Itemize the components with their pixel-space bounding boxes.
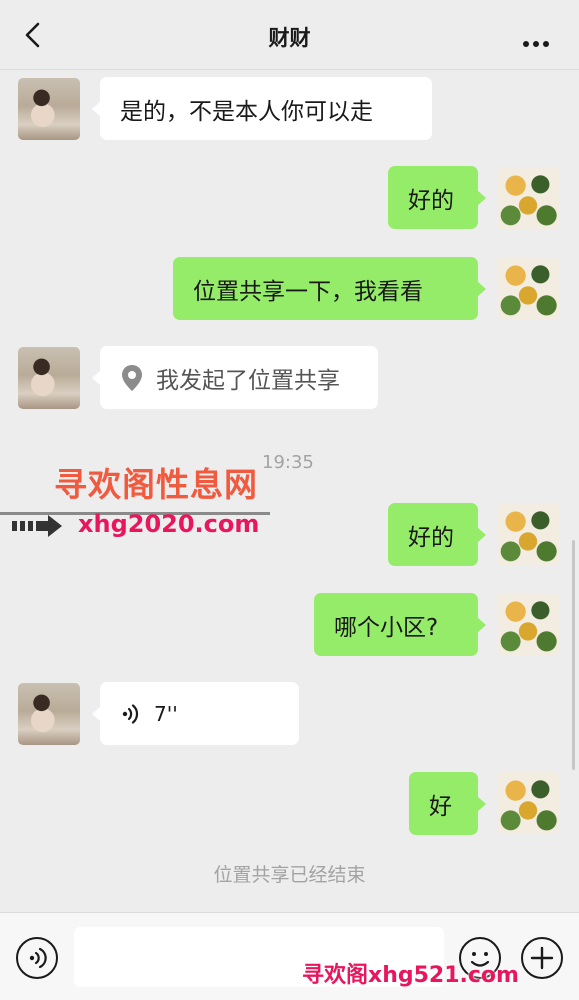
message-bubble[interactable]: 是的，不是本人你可以走	[92, 77, 432, 140]
message-text: 位置共享一下，我看看	[193, 278, 423, 305]
message-bubble[interactable]: 哪个小区?	[314, 593, 486, 656]
timestamp: 19:35	[262, 452, 314, 473]
message-bubble[interactable]: 位置共享一下，我看看	[173, 257, 486, 320]
contact-avatar[interactable]	[18, 683, 80, 745]
watermark-url: xhg2020.com	[78, 510, 260, 538]
self-avatar[interactable]	[497, 257, 559, 319]
contact-avatar[interactable]	[18, 347, 80, 409]
message-bubble[interactable]: 好的	[388, 166, 486, 229]
message-text: 我发起了位置共享	[156, 367, 340, 394]
more-dots-icon[interactable]	[523, 32, 555, 47]
watermark-footer: 寻欢阁xhg521.com	[302, 963, 519, 988]
voice-message-bubble[interactable]: 7''	[92, 682, 299, 745]
message-text: 好的	[408, 524, 454, 551]
voice-toggle-icon[interactable]	[16, 937, 58, 979]
location-pin-icon	[122, 364, 142, 391]
scrollbar[interactable]	[572, 540, 575, 770]
self-avatar[interactable]	[497, 593, 559, 655]
contact-avatar[interactable]	[18, 78, 80, 140]
location-share-bubble[interactable]: 我发起了位置共享	[92, 346, 378, 409]
self-avatar[interactable]	[497, 167, 559, 229]
plus-icon[interactable]	[521, 937, 563, 979]
message-text: 好	[429, 793, 452, 820]
self-avatar[interactable]	[497, 503, 559, 565]
message-bubble[interactable]: 好	[409, 772, 486, 835]
message-text: 哪个小区?	[334, 614, 439, 641]
watermark-text: 寻欢阁性息网	[54, 465, 258, 504]
system-notice: 位置共享已经结束	[213, 864, 366, 886]
self-avatar[interactable]	[497, 772, 559, 834]
chat-title: 财财	[268, 26, 311, 50]
message-text: 是的，不是本人你可以走	[120, 98, 373, 125]
message-bubble[interactable]: 好的	[388, 503, 486, 566]
arrow-right-icon	[12, 515, 62, 537]
voice-wave-icon	[122, 703, 139, 724]
nav-bar: 财财	[0, 0, 579, 70]
message-text: 好的	[408, 187, 454, 214]
voice-duration: 7''	[154, 701, 178, 726]
